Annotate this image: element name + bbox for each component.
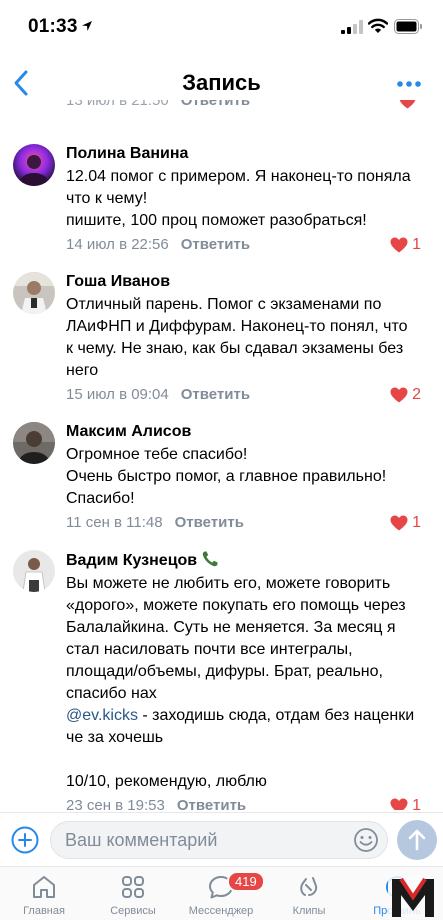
comment-author[interactable]: Гоша Иванов [66, 272, 436, 292]
heart-icon [390, 798, 408, 810]
comment-date: 23 сен в 19:53 [66, 797, 165, 810]
mention-link[interactable]: @ev.kicks [66, 707, 138, 724]
status-bar: 01:33 [0, 0, 443, 56]
like-button[interactable]: 1 [390, 514, 421, 532]
reply-button[interactable]: Ответить [177, 797, 246, 810]
tab-services[interactable]: Сервисы [93, 873, 173, 917]
add-attachment-icon[interactable] [10, 825, 40, 855]
like-button[interactable]: 1 [390, 236, 421, 254]
comment-text: Огромное тебе спасибо! Очень быстро помо… [66, 446, 387, 507]
heart-icon [390, 387, 408, 403]
battery-icon [394, 19, 422, 34]
tab-messenger[interactable]: 419 Мессенджер [181, 871, 265, 917]
comments-feed[interactable]: 13 июл в 21:50 Ответить Полина Ванина 12.… [0, 100, 443, 810]
comment-date: 14 июл в 22:56 [66, 236, 169, 253]
tab-label: Клипы [292, 905, 326, 917]
comment-meta: 15 июл в 09:04 Ответить 2 [66, 386, 436, 406]
reply-button[interactable]: Ответить [175, 514, 244, 531]
tab-home[interactable]: Главная [4, 873, 84, 917]
avatar-image [13, 550, 55, 592]
comment-input[interactable] [50, 821, 388, 859]
phone-icon [202, 551, 218, 567]
comment-text: Вы можете не любить его, можете говорить… [66, 573, 436, 793]
tab-clips[interactable]: Клипы [269, 873, 349, 917]
unread-badge: 419 [227, 871, 265, 892]
comment-meta: 14 июл в 22:56 Ответить 1 [66, 236, 436, 256]
comment-text-part: Вы можете не любить его, можете говорить… [66, 575, 406, 702]
tab-label: Сервисы [110, 905, 156, 917]
avatar[interactable] [13, 144, 55, 186]
more-icon[interactable] [396, 74, 422, 94]
avatar[interactable] [13, 422, 55, 464]
home-icon [33, 876, 55, 898]
page-title: Запись [182, 70, 261, 95]
tab-bar: Главная Сервисы 419 Мессенджер Клипы Про… [0, 866, 443, 920]
comment-date: 11 сен в 11:48 [66, 514, 163, 531]
avatar-image [13, 272, 55, 314]
like-button[interactable]: 1 [390, 797, 421, 810]
status-time: 01:33 [28, 16, 78, 37]
avatar-image [13, 422, 55, 464]
comment-composer [0, 812, 443, 866]
like-count: 1 [412, 797, 421, 810]
comment-meta: 11 сен в 11:48 Ответить 1 [66, 514, 436, 534]
comment-date: 13 июл в 21:50 [66, 100, 169, 109]
reply-button[interactable]: Ответить [181, 386, 250, 403]
avatar[interactable] [13, 550, 55, 592]
comment-author-name: Вадим Кузнецов [66, 552, 198, 569]
heart-icon[interactable] [399, 100, 416, 109]
comment-date: 15 июл в 09:04 [66, 386, 169, 403]
send-button[interactable] [397, 820, 437, 860]
comment-author[interactable]: Вадим Кузнецов [66, 550, 436, 571]
tab-label: Мессенджер [188, 905, 254, 917]
comment-author[interactable]: Максим Алисов [66, 422, 436, 442]
like-count: 1 [412, 514, 421, 531]
reply-button[interactable]: Ответить [181, 236, 250, 253]
comment-author[interactable]: Полина Ванина [66, 144, 436, 164]
like-count: 2 [412, 386, 421, 403]
comment-text: Отличный парень. Помог с экзаменами по Л… [66, 296, 408, 379]
location-arrow-icon [82, 21, 92, 31]
like-count: 1 [412, 236, 421, 253]
heart-icon [390, 515, 408, 531]
tab-label: Главная [23, 905, 65, 917]
cellular-signal-icon [341, 20, 363, 34]
arrow-up-icon [408, 829, 426, 851]
services-icon [122, 876, 144, 898]
wifi-icon [368, 18, 388, 33]
comment-text: 12.04 помог с примером. Я наконец-то пон… [66, 168, 411, 229]
partial-comment-meta: 13 июл в 21:50 Ответить [66, 100, 436, 120]
comment-meta: 23 сен в 19:53 Ответить 1 [66, 797, 436, 810]
like-button[interactable]: 2 [390, 386, 421, 404]
avatar[interactable] [13, 272, 55, 314]
emoji-icon[interactable] [353, 827, 379, 853]
heart-icon [390, 237, 408, 253]
reply-button[interactable]: Ответить [181, 100, 250, 109]
clips-icon [300, 877, 318, 896]
avatar-image [13, 144, 55, 186]
m-logo-watermark [388, 875, 438, 919]
